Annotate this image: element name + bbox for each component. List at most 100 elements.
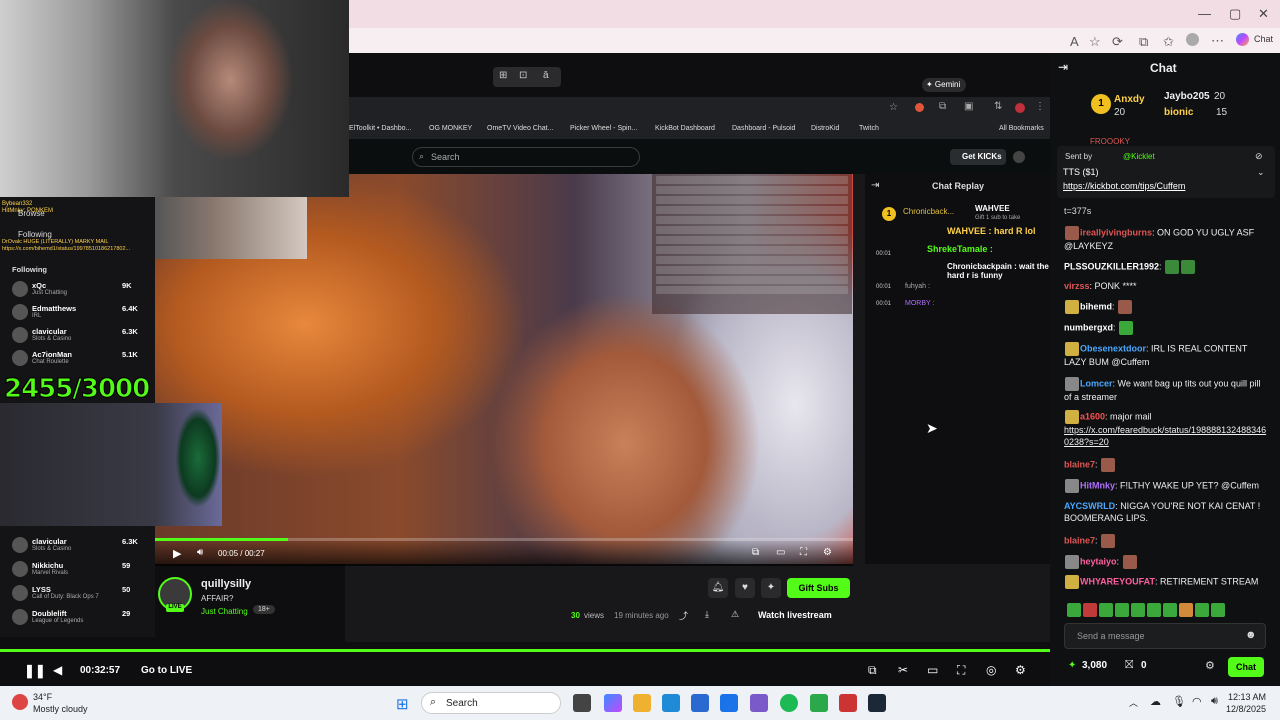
split-screen-icon[interactable]: ⧉ <box>1139 34 1148 50</box>
bookmark-star-icon[interactable]: ☆ <box>889 102 898 113</box>
wifi-icon[interactable]: ◠ <box>1192 695 1202 708</box>
chat-input[interactable]: Send a message ☻ <box>1064 623 1266 649</box>
get-kicks-button[interactable]: Get KICKs <box>950 149 1006 165</box>
translate-icon[interactable]: ā <box>543 70 549 81</box>
close-button[interactable]: ✕ <box>1258 6 1269 22</box>
expand-icon[interactable]: ⌄ <box>1257 167 1265 178</box>
profile-icon[interactable] <box>1186 33 1199 46</box>
maximize-button[interactable]: ▢ <box>1229 6 1241 22</box>
emote[interactable] <box>1099 602 1113 617</box>
theater-icon[interactable]: ▭ <box>927 663 938 677</box>
fullscreen-icon[interactable]: ⛶ <box>800 547 807 558</box>
collapse-icon[interactable]: ⇥ <box>871 180 879 191</box>
gift-icon[interactable]: ⛝ <box>1125 659 1133 672</box>
follow-item[interactable]: Nikkichu Marvel Rivals 59 <box>12 561 130 577</box>
volume-icon[interactable]: ◀︎ <box>53 663 62 677</box>
download-icon[interactable]: ⤓ <box>705 609 709 620</box>
notification-bell-button[interactable]: 🔔︎ <box>708 578 728 598</box>
weather-desc[interactable]: Mostly cloudy <box>33 704 88 714</box>
download-icon[interactable]: ⇅ <box>994 101 1002 112</box>
gemini-button[interactable]: ✦ Gemini <box>922 78 966 92</box>
follow-item[interactable]: clavicular Slots & Casino 6.3K <box>12 537 138 553</box>
edge-icon[interactable] <box>662 694 680 712</box>
streamer-name[interactable]: quillysilly <box>201 578 251 590</box>
share-icon[interactable]: ⤴ <box>679 609 688 622</box>
bookmark[interactable]: Picker Wheel - Spin... <box>570 125 637 132</box>
app-icon[interactable] <box>810 694 828 712</box>
read-aloud-icon[interactable]: A <box>1070 34 1079 49</box>
pinned-sender[interactable]: @Kicklet <box>1123 152 1155 161</box>
pip-icon[interactable]: ⧉ <box>868 663 877 678</box>
gift-subs-button[interactable]: Gift Subs <box>787 578 850 598</box>
emote[interactable] <box>1131 602 1145 617</box>
emote[interactable] <box>1179 602 1193 617</box>
spotify-icon[interactable] <box>780 694 798 712</box>
chat-link[interactable]: https://x.com/fearedbuck/status/19888813… <box>1064 424 1269 448</box>
sidebar-icon[interactable]: ▣ <box>964 101 973 112</box>
extensions-icon[interactable]: ⧉ <box>939 101 946 112</box>
weather-temp[interactable]: 34°F <box>33 692 52 702</box>
window-capture-icon[interactable]: ⊡ <box>519 70 527 81</box>
follow-item[interactable]: Doublelift League of Legends 29 <box>12 609 130 625</box>
emoji-icon[interactable]: ☻ <box>1245 629 1257 641</box>
taskbar-search[interactable]: ⌕ Search <box>421 692 561 714</box>
follow-heart-button[interactable]: ♥ <box>735 578 755 598</box>
task-view-icon[interactable] <box>573 694 591 712</box>
steam-icon[interactable] <box>868 694 886 712</box>
video-progress[interactable] <box>155 538 853 541</box>
tray-chevron-icon[interactable]: ︿ <box>1129 696 1138 709</box>
emote[interactable] <box>1147 602 1161 617</box>
emote[interactable] <box>1083 602 1097 617</box>
send-chat-button[interactable]: Chat <box>1228 657 1264 677</box>
sidebar-browse[interactable]: Browse <box>18 209 45 218</box>
bookmark[interactable]: OmeTV Video Chat... <box>487 125 553 132</box>
extensions-icon[interactable]: ⟳ <box>1112 34 1123 50</box>
bookmark[interactable]: OG MONKEY <box>429 125 472 132</box>
clock-time[interactable]: 12:13 AM <box>1228 692 1266 702</box>
quality-icon[interactable]: ◎ <box>986 663 996 677</box>
mic-icon[interactable]: 🎙︎ <box>1172 695 1186 708</box>
emote[interactable] <box>1115 602 1129 617</box>
copilot-icon[interactable] <box>1236 33 1249 46</box>
clock-date[interactable]: 12/8/2025 <box>1226 704 1266 714</box>
follow-item[interactable]: Ac7ionMan Chat Roulette 5.1K <box>12 350 138 366</box>
report-icon[interactable]: ⚠ <box>731 609 739 620</box>
sidebar-following[interactable]: Following <box>18 230 52 239</box>
discord-icon[interactable] <box>750 694 768 712</box>
watch-livestream-link[interactable]: Watch livestream <box>758 610 832 620</box>
follow-item[interactable]: EdmatthewsIRL6.4K <box>12 304 138 320</box>
emote[interactable] <box>1163 602 1177 617</box>
kicks-button[interactable]: ✦ <box>761 578 781 598</box>
follow-item[interactable]: LYSS Call of Duty: Black Ops 7 50 <box>12 585 130 601</box>
bookmark[interactable]: DistroKid <box>811 125 839 132</box>
collapse-chat-icon[interactable]: ⇥ <box>1058 60 1068 74</box>
windows-start-icon[interactable]: ⊞ <box>396 695 409 713</box>
go-to-live-button[interactable]: Go to LIVE <box>141 665 192 676</box>
bookmark[interactable]: KickBot Dashboard <box>655 125 715 132</box>
outlook-icon[interactable] <box>720 694 738 712</box>
all-bookmarks[interactable]: All Bookmarks <box>999 125 1044 132</box>
menu-icon[interactable]: ⋮ <box>1035 101 1045 112</box>
emote[interactable] <box>1067 602 1081 617</box>
favorites-icon[interactable]: ✩ <box>1163 34 1174 50</box>
emote[interactable] <box>1195 602 1209 617</box>
bookmark[interactable]: Dashboard - Pulsoid <box>732 125 795 132</box>
settings-icon[interactable]: ⚙ <box>1015 663 1026 677</box>
unpin-icon[interactable]: ⊘ <box>1255 151 1263 162</box>
app-icon[interactable] <box>839 694 857 712</box>
speaker-icon[interactable]: 🔊︎ <box>1211 695 1218 708</box>
extension-icon[interactable] <box>915 103 924 112</box>
bookmark[interactable]: Twitch <box>859 125 879 132</box>
more-icon[interactable]: ⋯ <box>1211 33 1224 49</box>
file-explorer-icon[interactable] <box>633 694 651 712</box>
store-icon[interactable] <box>691 694 709 712</box>
copilot-icon[interactable] <box>604 694 622 712</box>
network-icon[interactable]: ☁ <box>1150 695 1161 708</box>
play-icon[interactable]: ▶ <box>173 547 181 560</box>
stream-progress-bar[interactable] <box>0 649 1050 652</box>
copilot-chat-label[interactable]: Chat <box>1254 34 1273 44</box>
favorite-star-icon[interactable]: ☆ <box>1089 34 1101 50</box>
emote[interactable] <box>1211 602 1225 617</box>
search-input[interactable]: ⌕ Search <box>412 147 640 167</box>
theater-icon[interactable]: ▭ <box>776 547 785 558</box>
